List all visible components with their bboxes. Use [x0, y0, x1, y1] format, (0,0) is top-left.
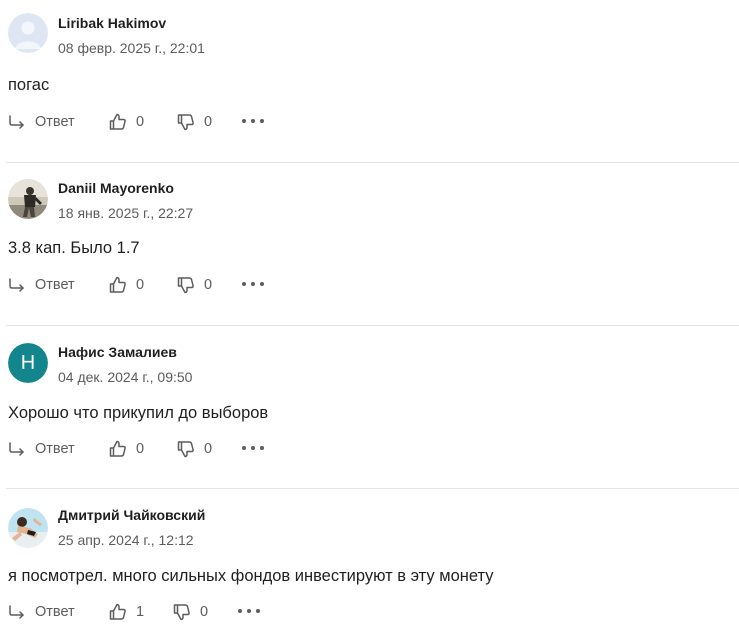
comment-item: Н Нафис Замалиев 04 дек. 2024 г., 09:50 … [0, 326, 739, 489]
avatar-initial[interactable]: Н [8, 343, 48, 383]
reply-label: Ответ [35, 114, 75, 130]
like-button[interactable]: 1 [108, 601, 144, 623]
comment-author[interactable]: Дмитрий Чайковский [58, 507, 205, 523]
comment-text: 3.8 кап. Было 1.7 [8, 239, 140, 257]
avatar-photo[interactable] [8, 508, 48, 548]
thumbs-up-icon [109, 440, 126, 457]
comment-text: Хорошо что прикупил до выборов [8, 404, 269, 422]
more-dots-icon[interactable] [238, 603, 260, 619]
more-dots-icon[interactable] [242, 440, 264, 456]
like-count: 0 [136, 441, 145, 457]
like-count: 0 [136, 277, 145, 293]
reply-arrow-icon [9, 115, 24, 129]
dislike-button[interactable]: 0 [176, 438, 212, 460]
dislike-button[interactable]: 0 [176, 274, 212, 296]
reply-arrow-icon [9, 605, 24, 619]
comment-item: Дмитрий Чайковский 25 апр. 2024 г., 12:1… [0, 489, 739, 635]
comment-date: 04 дек. 2024 г., 09:50 [58, 369, 193, 385]
avatar-initial-letter: Н [20, 352, 36, 374]
reply-arrow-icon [9, 278, 24, 292]
dislike-button[interactable]: 0 [172, 601, 208, 623]
reply-arrow-icon [9, 442, 24, 456]
like-button[interactable]: 0 [108, 274, 144, 296]
avatar-photo[interactable] [8, 179, 48, 219]
comment-date: 25 апр. 2024 г., 12:12 [58, 532, 194, 548]
person-placeholder-icon [8, 13, 48, 53]
thumbs-down-icon [177, 114, 194, 131]
like-count: 1 [136, 604, 145, 620]
dislike-button[interactable]: 0 [176, 111, 212, 133]
dislike-count: 0 [204, 441, 213, 457]
more-dots-icon[interactable] [242, 276, 264, 292]
comment-item: Daniil Mayorenko 18 янв. 2025 г., 22:27 … [0, 163, 739, 326]
like-button[interactable]: 0 [108, 111, 144, 133]
reply-button[interactable]: Ответ [8, 274, 75, 296]
thumbs-up-icon [109, 113, 126, 130]
reply-label: Ответ [35, 441, 75, 457]
dislike-count: 0 [204, 114, 213, 130]
thumbs-down-icon [177, 277, 194, 294]
more-dots-icon[interactable] [242, 113, 264, 129]
avatar-placeholder[interactable] [8, 13, 48, 53]
comment-date: 18 янв. 2025 г., 22:27 [58, 205, 194, 221]
comment-author[interactable]: Daniil Mayorenko [58, 180, 174, 196]
thumbs-down-icon [173, 604, 190, 621]
thumbs-up-icon [109, 276, 126, 293]
comment-text: погас [8, 76, 50, 94]
user-photo-icon [8, 179, 48, 219]
dislike-count: 0 [200, 604, 209, 620]
comment-author[interactable]: Нафис Замалиев [58, 344, 177, 360]
reply-label: Ответ [35, 277, 75, 293]
comment-author[interactable]: Liribak Hakimov [58, 15, 166, 31]
reply-button[interactable]: Ответ [8, 438, 75, 460]
thumbs-down-icon [177, 441, 194, 458]
like-button[interactable]: 0 [108, 438, 144, 460]
comment-date: 08 февр. 2025 г., 22:01 [58, 40, 205, 56]
like-count: 0 [136, 114, 145, 130]
reply-label: Ответ [35, 604, 75, 620]
thumbs-up-icon [109, 603, 126, 620]
comment-item: Liribak Hakimov 08 февр. 2025 г., 22:01 … [0, 0, 739, 163]
user-photo-icon [8, 508, 48, 548]
comment-text: я посмотрел. много сильных фондов инвест… [8, 567, 494, 585]
reply-button[interactable]: Ответ [8, 601, 75, 623]
reply-button[interactable]: Ответ [8, 111, 75, 133]
dislike-count: 0 [204, 277, 213, 293]
